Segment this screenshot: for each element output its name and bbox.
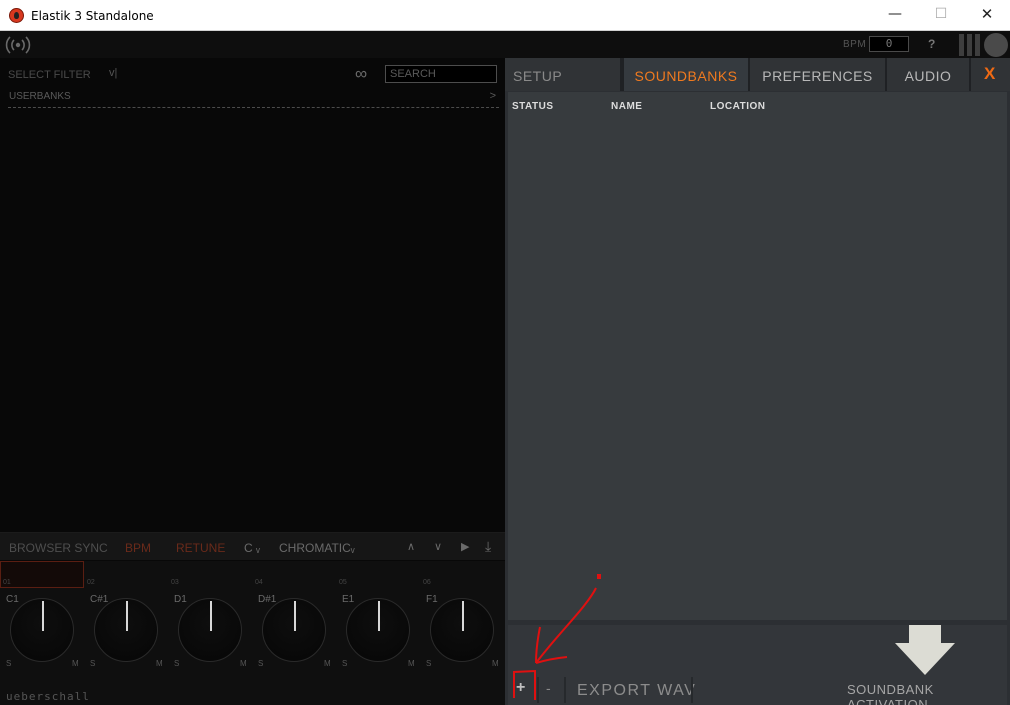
key-select[interactable]: C ᵥ: [244, 541, 260, 555]
mute-button[interactable]: M: [324, 659, 331, 668]
mute-button[interactable]: M: [492, 659, 499, 668]
divider: [537, 677, 539, 703]
down-arrow-icon[interactable]: [893, 625, 957, 675]
tab-soundbanks[interactable]: SOUNDBANKS: [622, 58, 750, 91]
download-icon[interactable]: ⤓: [485, 538, 491, 555]
play-icon[interactable]: ▶: [461, 540, 469, 553]
scale-select[interactable]: CHROMATICᵥ: [279, 541, 355, 555]
soundbank-actions-bar: + - EXPORT WAV SOUNDBANK ACTIVATION: [508, 625, 1007, 705]
knob-note-label: F1: [426, 594, 438, 605]
add-soundbank-button[interactable]: +: [516, 679, 525, 697]
divider: [564, 677, 566, 703]
pad-index: 05: [339, 579, 347, 586]
knob-note-label: C#1: [90, 594, 109, 605]
solo-button[interactable]: S: [258, 659, 263, 668]
knob-area: 01 C1 S M 02 C#1 S M 03 D1 S M 04 D#1 S …: [0, 561, 505, 705]
pitch-knob[interactable]: [430, 598, 494, 662]
bpm-toggle[interactable]: BPM: [125, 541, 151, 555]
ueberschall-logo-icon[interactable]: [984, 33, 1008, 57]
expand-arrow-icon[interactable]: >: [490, 90, 496, 102]
solo-button[interactable]: S: [426, 659, 431, 668]
divider: [691, 677, 693, 703]
tab-setup[interactable]: SETUP: [505, 58, 622, 91]
filter-caret[interactable]: v|: [109, 67, 117, 79]
soundbank-list: STATUS NAME LOCATION: [508, 92, 1007, 620]
userbanks-label: USERBANKS: [9, 91, 71, 102]
chevron-up-icon[interactable]: ∧: [407, 540, 415, 553]
close-settings-button[interactable]: X: [984, 64, 995, 84]
solo-button[interactable]: S: [342, 659, 347, 668]
mute-button[interactable]: M: [156, 659, 163, 668]
filter-row: SELECT FILTER v| ∞: [0, 58, 505, 88]
column-header-name[interactable]: NAME: [611, 101, 642, 112]
pad-index: 02: [87, 579, 95, 586]
chevron-down-icon[interactable]: ∨: [434, 540, 442, 553]
tab-preferences[interactable]: PREFERENCES: [750, 58, 887, 91]
column-header-status[interactable]: STATUS: [512, 101, 554, 112]
settings-tabs: SETUP SOUNDBANKS PREFERENCES AUDIO X: [505, 58, 1010, 91]
browser-panel: SELECT FILTER v| ∞ USERBANKS > BROWSER S…: [0, 58, 505, 705]
tab-audio[interactable]: AUDIO: [887, 58, 971, 91]
select-filter-dropdown[interactable]: SELECT FILTER: [8, 69, 91, 81]
pad-index: 01: [3, 579, 11, 586]
remove-soundbank-button[interactable]: -: [546, 680, 551, 696]
plugin-topbar: BPM 0 ?: [0, 31, 1010, 58]
mute-button[interactable]: M: [408, 659, 415, 668]
search-input[interactable]: [385, 65, 497, 83]
pitch-knob[interactable]: [346, 598, 410, 662]
mute-button[interactable]: M: [72, 659, 79, 668]
pitch-knob[interactable]: [262, 598, 326, 662]
bpm-label: BPM: [843, 39, 867, 50]
knob-note-label: D1: [174, 594, 187, 605]
solo-button[interactable]: S: [6, 659, 11, 668]
brand-label: ueberschall: [6, 690, 90, 703]
soundbank-activation-button[interactable]: SOUNDBANK ACTIVATION: [847, 682, 1007, 705]
pad-index: 06: [423, 579, 431, 586]
link-icon[interactable]: ∞: [355, 64, 367, 84]
mute-button[interactable]: M: [240, 659, 247, 668]
knob-note-label: C1: [6, 594, 19, 605]
view-bars-icon[interactable]: [959, 34, 981, 56]
browser-sync-toggle[interactable]: BROWSER SYNC: [9, 541, 108, 555]
pitch-knob[interactable]: [94, 598, 158, 662]
maximize-button[interactable]: ☐: [918, 0, 964, 31]
solo-button[interactable]: S: [90, 659, 95, 668]
retune-toggle[interactable]: RETUNE: [176, 541, 225, 555]
broadcast-icon[interactable]: [5, 34, 31, 56]
knob-note-label: E1: [342, 594, 355, 605]
pad-index: 03: [171, 579, 179, 586]
pad-index: 04: [255, 579, 263, 586]
app-logo-icon: [9, 8, 24, 23]
minimize-button[interactable]: —: [872, 0, 918, 31]
window-title: Elastik 3 Standalone: [31, 9, 154, 23]
settings-panel: SETUP SOUNDBANKS PREFERENCES AUDIO X STA…: [505, 58, 1010, 705]
knob-note-label: D#1: [258, 594, 277, 605]
export-wav-button[interactable]: EXPORT WAV: [577, 682, 696, 700]
bpm-field[interactable]: 0: [869, 36, 909, 52]
pitch-knob[interactable]: [10, 598, 74, 662]
userbanks-row[interactable]: USERBANKS >: [8, 90, 499, 108]
close-window-button[interactable]: ✕: [964, 0, 1010, 31]
help-button[interactable]: ?: [928, 37, 935, 51]
browser-control-bar: BROWSER SYNC BPM RETUNE C ᵥ CHROMATICᵥ ∧…: [0, 532, 505, 560]
column-header-location[interactable]: LOCATION: [710, 101, 765, 112]
solo-button[interactable]: S: [174, 659, 179, 668]
window-titlebar: Elastik 3 Standalone — ☐ ✕: [0, 0, 1010, 31]
pitch-knob[interactable]: [178, 598, 242, 662]
pad-slot-selected[interactable]: [0, 561, 84, 588]
